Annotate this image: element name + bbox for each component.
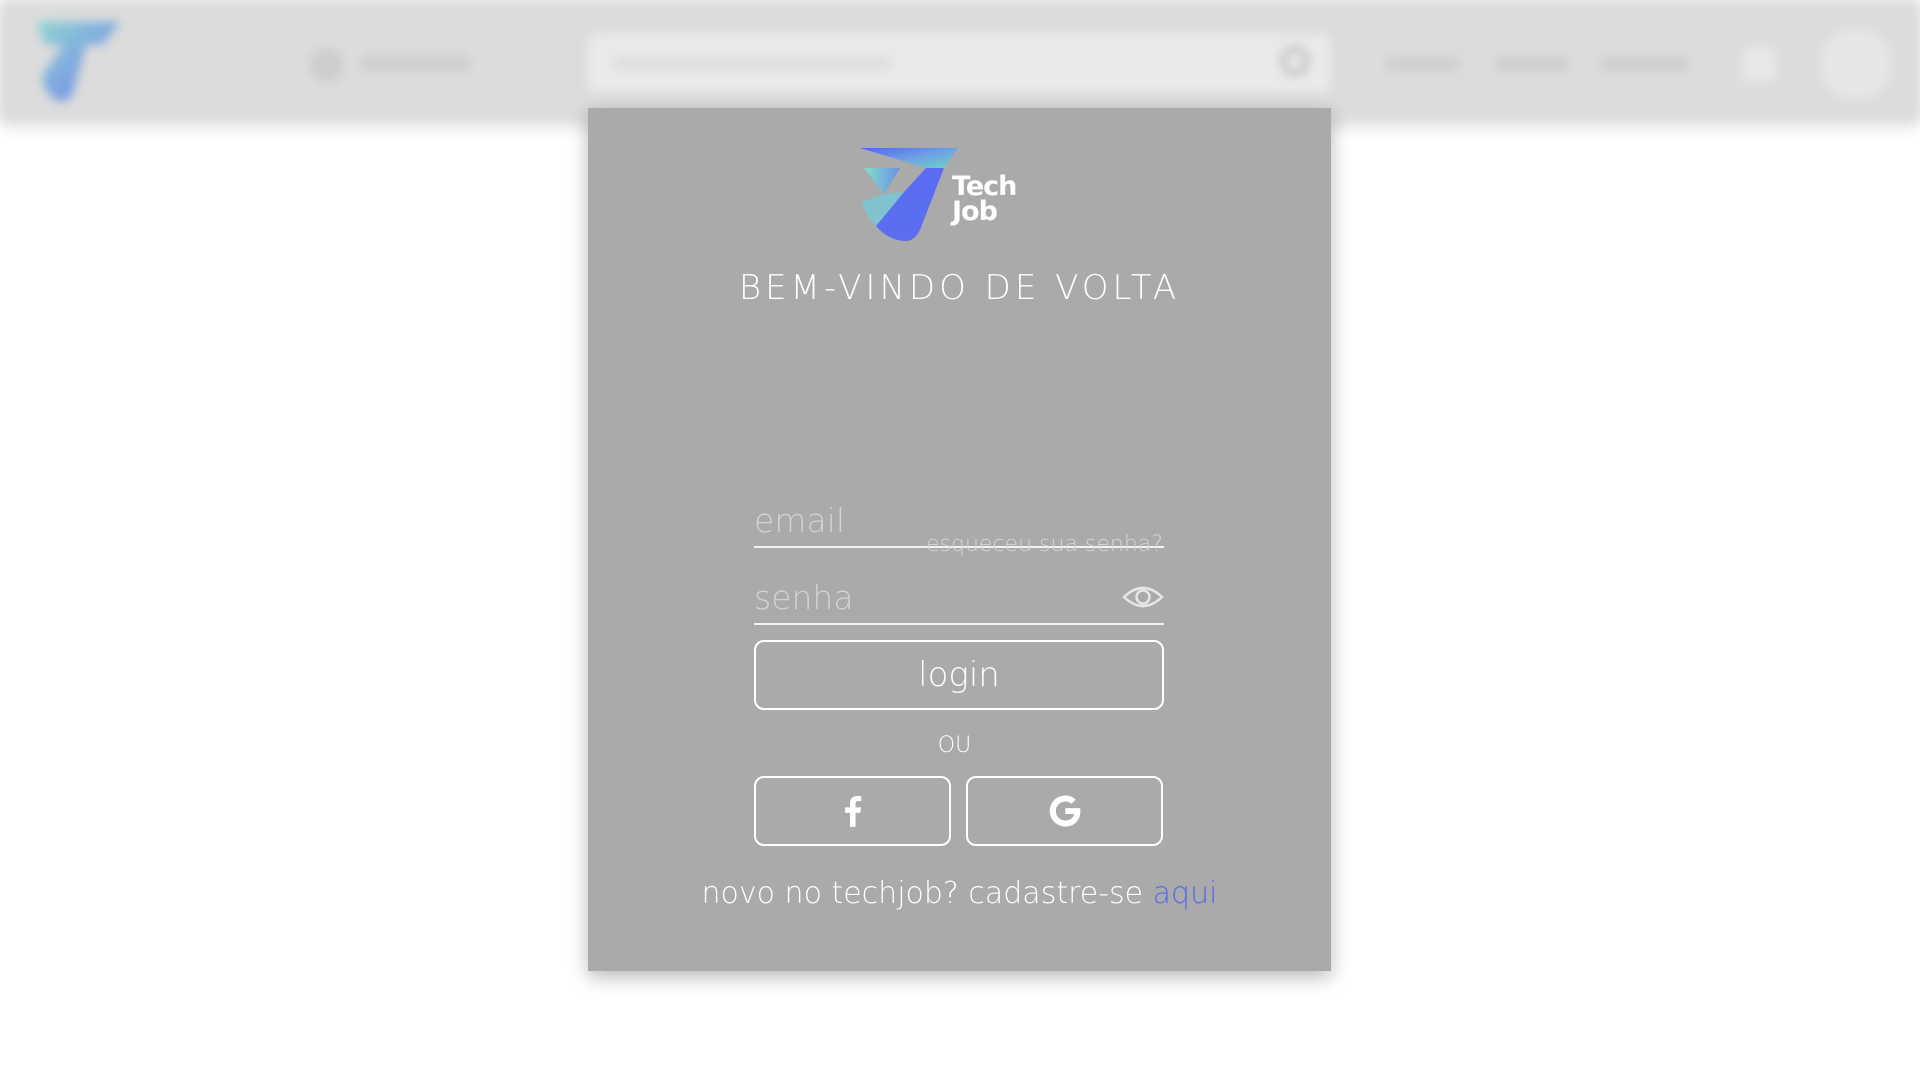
password-input[interactable] <box>754 571 1104 623</box>
google-login-button[interactable] <box>966 776 1163 846</box>
signup-prompt: novo no techjob? cadastre-se aqui <box>588 876 1331 911</box>
search-icon[interactable] <box>1280 46 1310 76</box>
header-search-placeholder <box>612 56 892 70</box>
techjob-logo: Tech Job <box>858 146 1028 246</box>
user-avatar[interactable] <box>1820 28 1892 100</box>
header-link-1[interactable] <box>1386 56 1460 72</box>
header-logo-text <box>118 46 170 86</box>
logo-text: Tech Job <box>952 173 1032 227</box>
facebook-icon <box>844 795 861 827</box>
facebook-login-button[interactable] <box>754 776 951 846</box>
welcome-title: BEM-VINDO DE VOLTA <box>738 268 1181 308</box>
signup-link[interactable]: aqui <box>1153 876 1218 911</box>
categories-icon[interactable] <box>310 48 344 82</box>
login-button[interactable]: login <box>754 640 1164 710</box>
top-navbar <box>0 0 1920 120</box>
google-icon <box>1049 795 1080 827</box>
login-modal: Tech Job BEM-VINDO DE VOLTA esqueceu sua… <box>588 108 1331 971</box>
signup-prefix-text: novo no techjob? cadastre-se <box>701 876 1144 911</box>
eye-icon[interactable] <box>1122 581 1164 613</box>
techjob-logo-icon <box>36 21 121 102</box>
categories-link[interactable] <box>360 54 470 72</box>
techjob-logo-icon <box>860 148 958 242</box>
password-field[interactable] <box>754 571 1164 625</box>
forgot-password-link[interactable]: esqueceu sua senha? <box>926 532 1163 557</box>
header-link-2[interactable] <box>1494 56 1570 72</box>
logo-text-line2: Job <box>952 196 998 227</box>
or-divider: OU <box>937 733 972 758</box>
notification-bell-icon[interactable] <box>1742 46 1776 82</box>
header-link-3[interactable] <box>1600 56 1690 72</box>
